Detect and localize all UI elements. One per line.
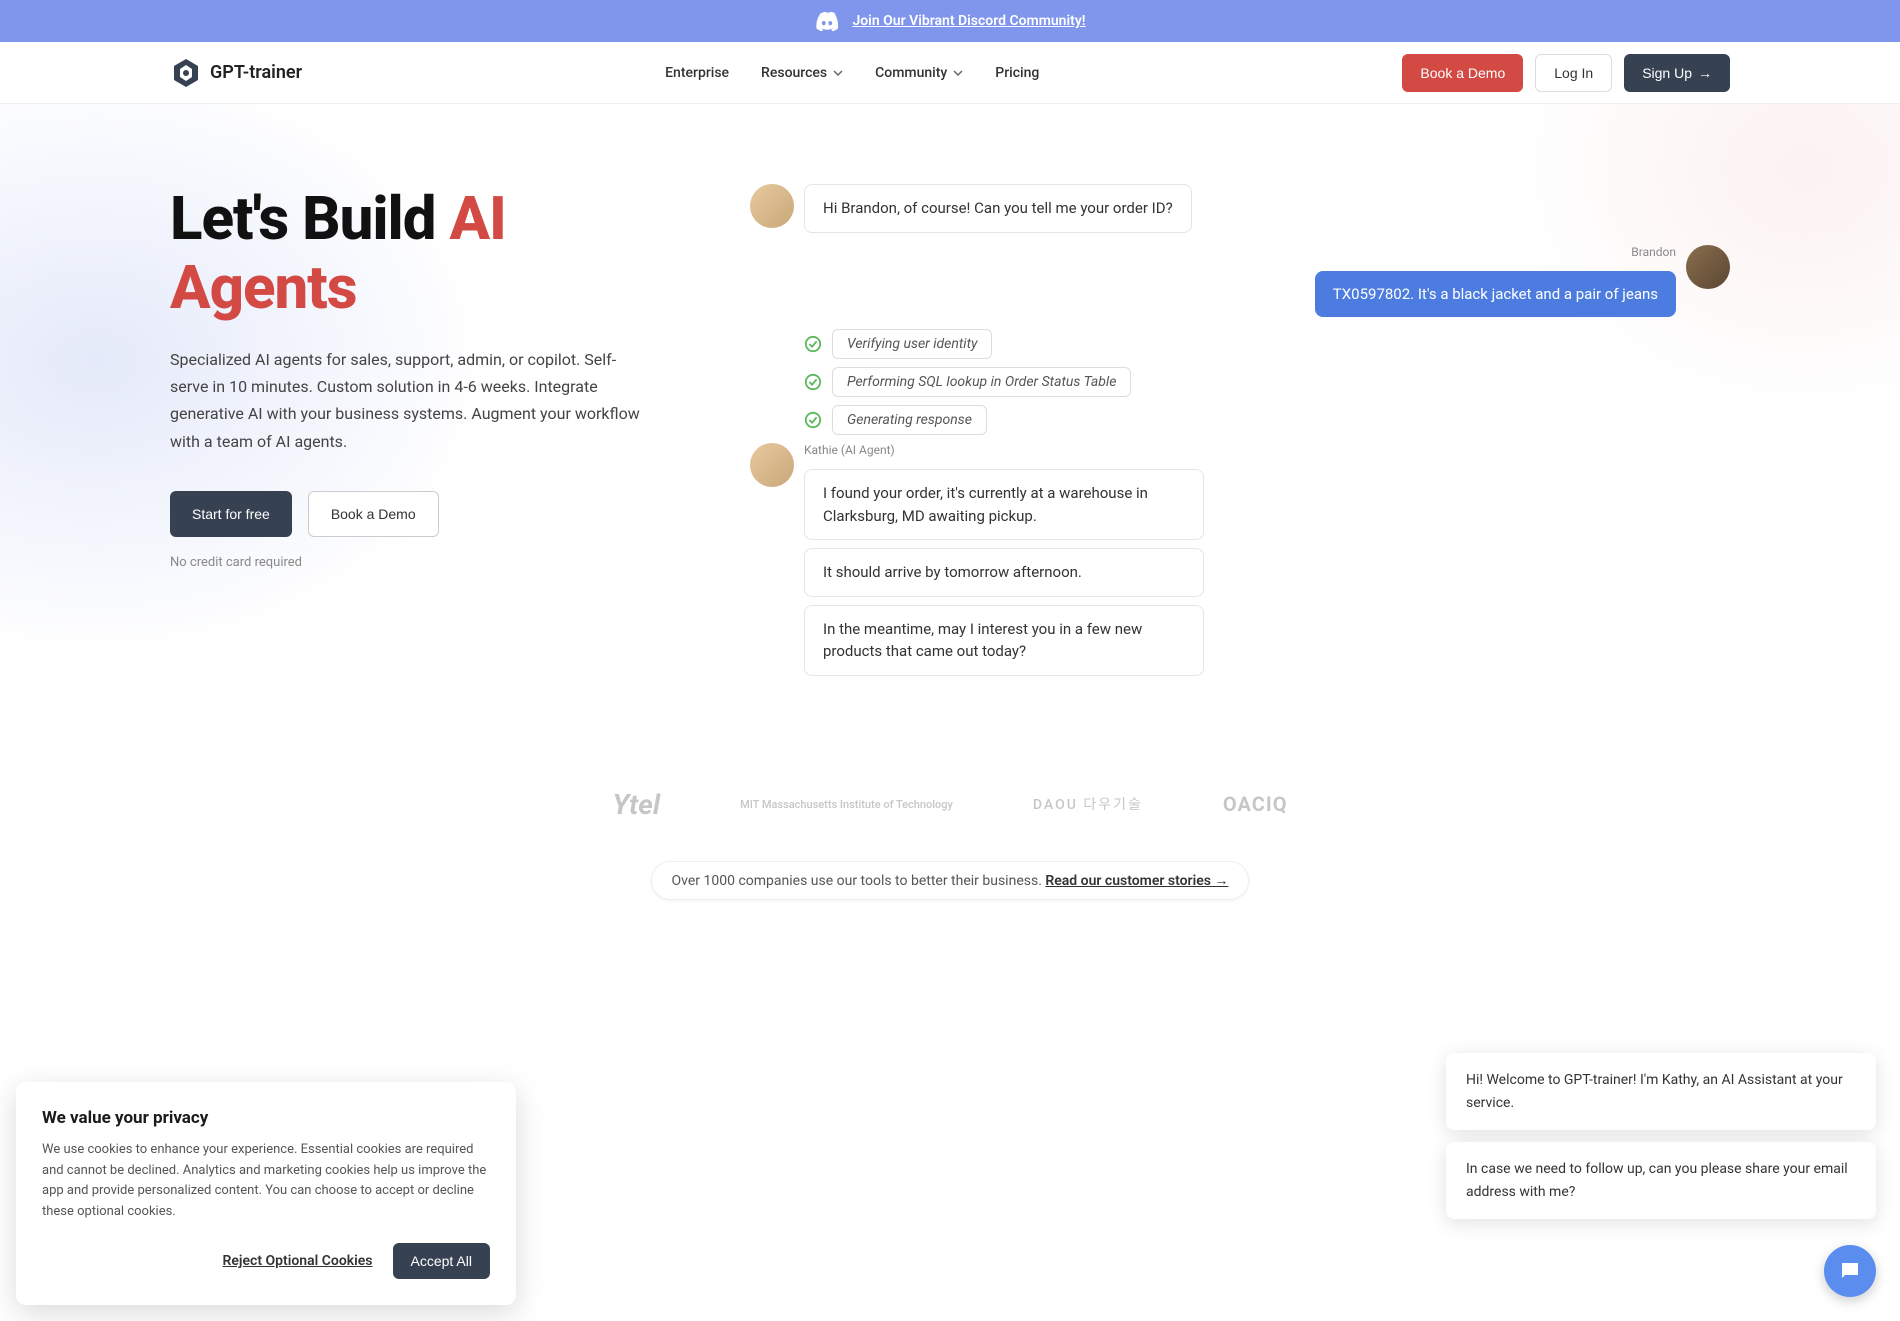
start-free-button[interactable]: Start for free [170,491,292,537]
ai-name-label: Kathie (AI Agent) [804,443,1204,457]
status-pill: Verifying user identity [832,329,992,359]
customer-stories-link[interactable]: Read our customer stories → [1045,873,1228,889]
chat-mockup: Hi Brandon, of course! Can you tell me y… [690,184,1730,688]
check-circle-icon [804,335,822,353]
chat-user-message: TX0597802. It's a black jacket and a pai… [1315,271,1676,318]
reject-cookies-button[interactable]: Reject Optional Cookies [222,1253,372,1269]
logo-oaciq: OACIQ [1223,792,1288,816]
chevron-down-icon [953,68,963,78]
ai-avatar [750,443,794,487]
discord-banner: Join Our Vibrant Discord Community! [0,0,1900,42]
brand-name: GPT-trainer [210,62,302,83]
user-avatar [1686,245,1730,289]
chat-ai-message: Hi Brandon, of course! Can you tell me y… [804,184,1192,233]
cookie-text: We use cookies to enhance your experienc… [42,1140,490,1223]
companies-text: Over 1000 companies use our tools to bet… [672,873,1046,889]
chat-ai-message: In the meantime, may I interest you in a… [804,605,1204,676]
main-header: GPT-trainer Enterprise Resources Communi… [0,42,1900,104]
header-actions: Book a Demo Log In Sign Up→ [1402,54,1730,92]
nav-community[interactable]: Community [875,65,963,81]
arrow-right-icon: → [1698,65,1712,81]
chat-ai-message: It should arrive by tomorrow afternoon. [804,548,1204,597]
book-demo-button[interactable]: Book a Demo [1402,54,1523,92]
logo-daou: DAOU 다우기술 [1033,794,1143,814]
widget-message: Hi! Welcome to GPT-trainer! I'm Kathy, a… [1446,1053,1876,1130]
chat-widget: Hi! Welcome to GPT-trainer! I'm Kathy, a… [1446,1053,1876,1231]
chevron-down-icon [833,68,843,78]
accept-cookies-button[interactable]: Accept All [393,1243,490,1279]
cookie-consent: We value your privacy We use cookies to … [16,1082,516,1305]
discord-icon [814,11,840,31]
hero-note: No credit card required [170,555,690,570]
user-name-label: Brandon [1631,245,1676,259]
status-pill: Performing SQL lookup in Order Status Ta… [832,367,1131,397]
cookie-title: We value your privacy [42,1108,490,1128]
companies-note: Over 1000 companies use our tools to bet… [0,861,1900,900]
hero-title: Let's Build AI Agents [170,184,690,322]
status-pill: Generating response [832,405,987,435]
nav-resources[interactable]: Resources [761,65,843,81]
signup-button[interactable]: Sign Up→ [1624,54,1730,92]
main-nav: Enterprise Resources Community Pricing [665,65,1039,81]
nav-enterprise[interactable]: Enterprise [665,65,729,81]
widget-message: In case we need to follow up, can you pl… [1446,1142,1876,1219]
customer-logos: Ytel MIT Massachusetts Institute of Tech… [0,748,1900,841]
discord-link[interactable]: Join Our Vibrant Discord Community! [852,13,1085,29]
chat-icon [1838,1259,1862,1283]
hero-section: Let's Build AI Agents Specialized AI age… [0,104,1900,748]
logo-icon [170,57,202,89]
chat-ai-message: I found your order, it's currently at a … [804,469,1204,540]
chat-fab-button[interactable] [1824,1245,1876,1297]
book-demo-button-hero[interactable]: Book a Demo [308,491,439,537]
logo-mit: MIT Massachusetts Institute of Technolog… [740,798,953,811]
brand-logo[interactable]: GPT-trainer [170,57,302,89]
ai-avatar [750,184,794,228]
logo-ytel: Ytel [613,788,661,821]
check-circle-icon [804,373,822,391]
hero-description: Specialized AI agents for sales, support… [170,346,650,455]
check-circle-icon [804,411,822,429]
nav-pricing[interactable]: Pricing [995,65,1039,81]
login-button[interactable]: Log In [1535,54,1612,92]
